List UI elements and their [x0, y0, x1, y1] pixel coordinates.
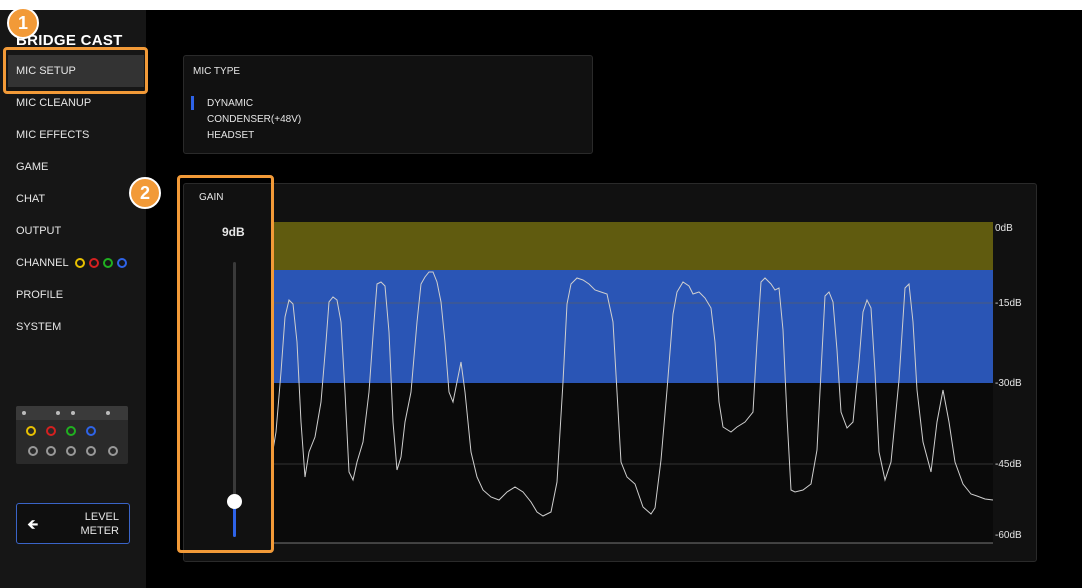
channel-ring-icon: [103, 258, 114, 269]
arrow-left-icon: 🡸: [27, 516, 39, 532]
level-meter-button[interactable]: 🡸 LEVEL METER: [16, 503, 130, 544]
channel-ring-icon: [75, 258, 86, 269]
sidebar-item-game[interactable]: GAME: [8, 151, 144, 183]
callout-badge-2: 2: [129, 177, 161, 209]
db-label-0: 0dB: [995, 223, 1013, 234]
mic-type-option-dynamic[interactable]: DYNAMIC: [207, 98, 253, 109]
mic-type-panel: MIC TYPE DYNAMIC CONDENSER(+48V) HEADSET: [183, 55, 593, 154]
db-label-30: -30dB: [995, 378, 1022, 389]
db-label-60: -60dB: [995, 530, 1022, 541]
low-zone: [271, 383, 993, 543]
selection-indicator: [191, 96, 194, 110]
level-meter-label: LEVEL METER: [80, 511, 120, 537]
channel-colors: [75, 247, 128, 279]
db-label-15: -15dB: [995, 298, 1022, 309]
mic-type-title: MIC TYPE: [193, 66, 241, 77]
sidebar-item-output[interactable]: OUTPUT: [8, 215, 144, 247]
sidebar-item-chat[interactable]: CHAT: [8, 183, 144, 215]
sidebar-item-channel[interactable]: CHANNEL: [8, 247, 144, 279]
level-graph: [271, 222, 993, 544]
channel-ring-icon: [117, 258, 128, 269]
sidebar-item-label: CHANNEL: [16, 257, 69, 269]
callout-box-1: [3, 47, 148, 94]
callout-box-2: [177, 175, 274, 553]
mic-type-option-condenser[interactable]: CONDENSER(+48V): [207, 114, 301, 125]
db-label-45: -45dB: [995, 459, 1022, 470]
sidebar-item-system[interactable]: SYSTEM: [8, 311, 144, 343]
mic-type-option-headset[interactable]: HEADSET: [207, 130, 254, 141]
channel-ring-icon: [89, 258, 100, 269]
sidebar-item-profile[interactable]: PROFILE: [8, 279, 144, 311]
callout-badge-1: 1: [7, 7, 39, 39]
clip-zone: [271, 222, 993, 270]
sidebar-item-mic-effects[interactable]: MIC EFFECTS: [8, 119, 144, 151]
device-image: [16, 406, 128, 464]
target-zone: [271, 270, 993, 383]
